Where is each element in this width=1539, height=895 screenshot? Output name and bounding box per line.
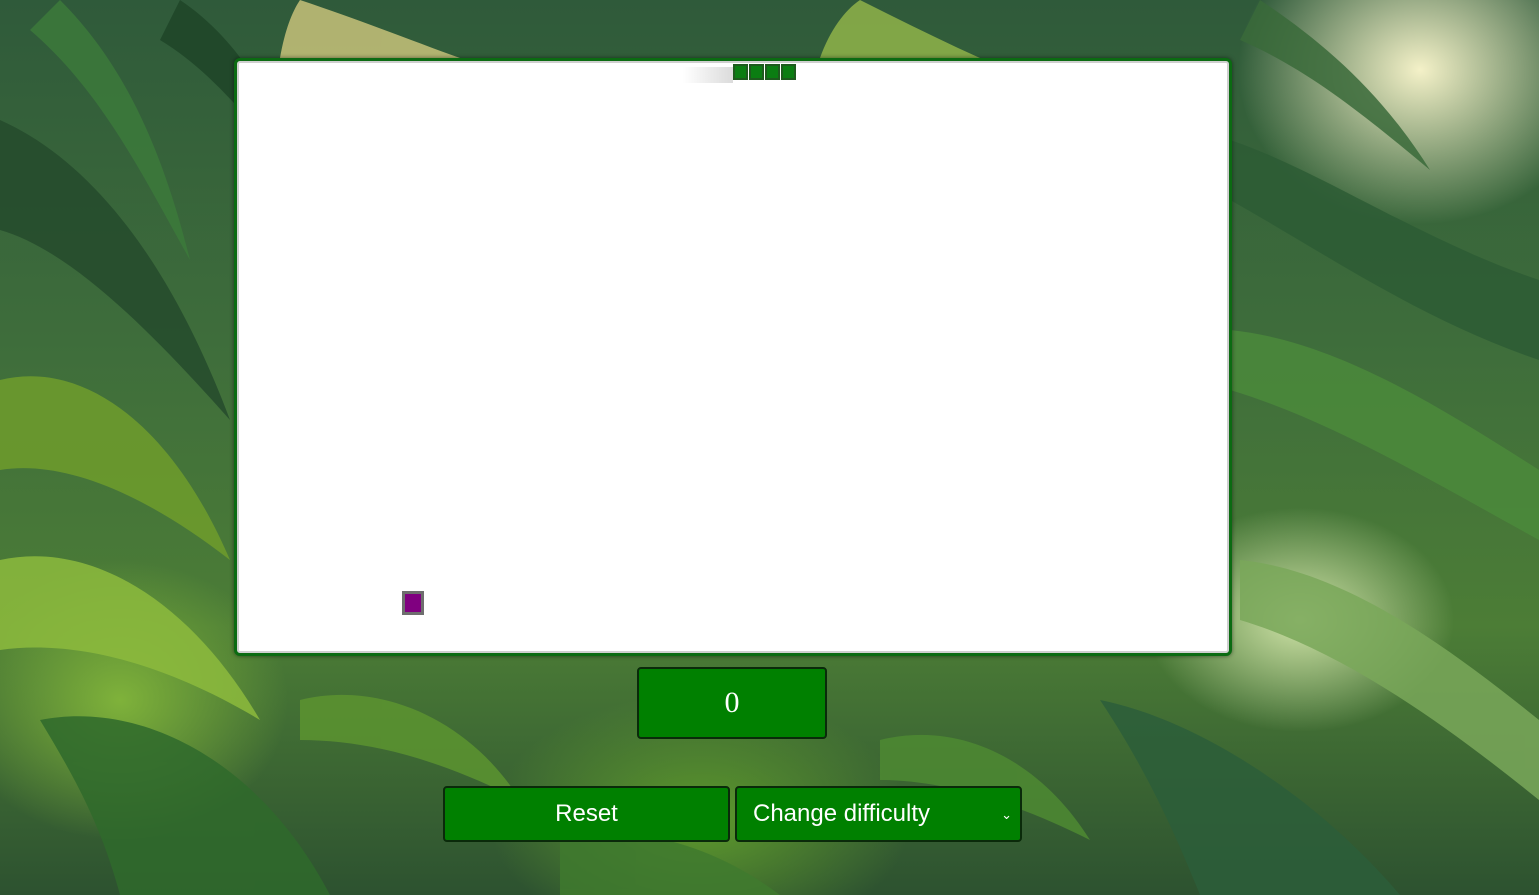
snake-segment [749,64,764,80]
snake-head [781,64,796,80]
difficulty-select[interactable]: Change difficulty ⌄ [735,786,1022,842]
reset-button[interactable]: Reset [443,786,730,842]
snake-trail [683,67,733,83]
game-board[interactable] [234,58,1232,656]
chevron-down-icon: ⌄ [1001,807,1012,822]
score-display: 0 [637,667,827,739]
snake-segment [733,64,748,80]
difficulty-label: Change difficulty [753,800,930,827]
food-item [402,591,424,615]
snake-segment [765,64,780,80]
